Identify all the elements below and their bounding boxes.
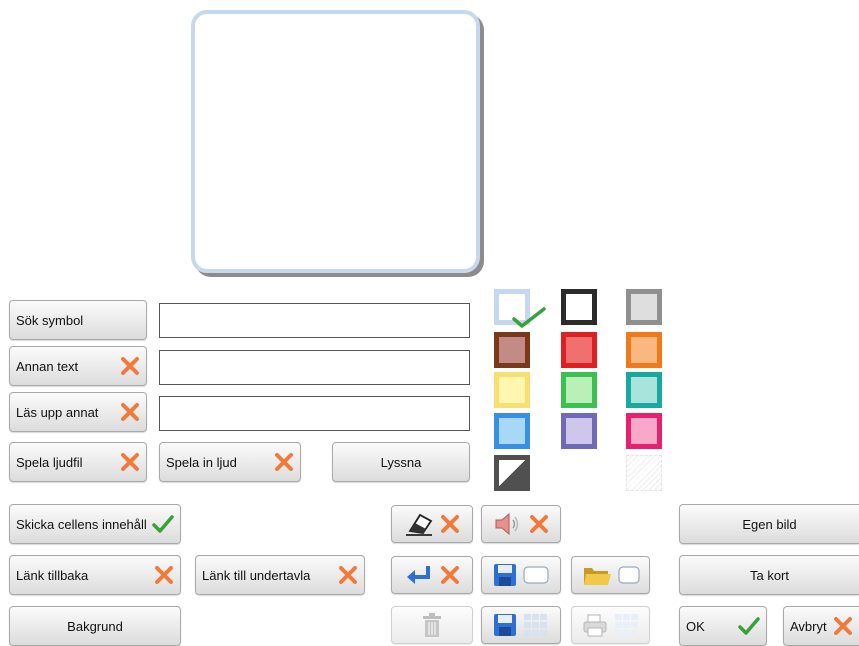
take-photo-label: Ta kort xyxy=(749,567,789,583)
own-image-label: Egen bild xyxy=(742,516,797,532)
cancel-button[interactable]: Avbryt xyxy=(783,606,859,646)
checkmark-icon xyxy=(152,515,174,533)
save-cell-button[interactable] xyxy=(481,556,561,594)
blank-card-icon xyxy=(523,566,549,584)
cancel-label: Avbryt xyxy=(790,618,827,634)
checkmark-icon xyxy=(738,617,760,635)
open-folder-button[interactable] xyxy=(571,556,650,594)
clear-x-icon xyxy=(441,515,459,533)
link-subboard-label: Länk till undertavla xyxy=(202,567,311,583)
other-text-field[interactable] xyxy=(159,350,470,385)
swatch-purple[interactable] xyxy=(561,413,597,449)
clear-x-icon[interactable] xyxy=(274,452,294,472)
other-text-label: Annan text xyxy=(16,358,79,374)
send-cell-content-button[interactable]: Skicka cellens innehåll xyxy=(9,504,181,544)
swatch-orange[interactable] xyxy=(626,332,662,368)
cell-preview[interactable] xyxy=(191,10,480,273)
clear-x-icon[interactable] xyxy=(120,356,140,376)
blank-card-icon xyxy=(617,566,640,584)
swatch-blue[interactable] xyxy=(494,413,530,449)
swatch-red[interactable] xyxy=(561,332,597,368)
own-image-button[interactable]: Egen bild xyxy=(679,504,859,544)
floppy-disk-icon xyxy=(494,614,516,636)
play-soundfile-label: Spela ljudfil xyxy=(16,454,83,470)
search-symbol-label: Sök symbol xyxy=(16,312,84,328)
take-photo-button[interactable]: Ta kort xyxy=(679,555,859,595)
other-text-button[interactable]: Annan text xyxy=(9,346,147,386)
clear-x-icon[interactable] xyxy=(120,402,140,422)
eraser-button[interactable] xyxy=(391,505,473,543)
clear-x-icon xyxy=(530,515,548,533)
floppy-disk-icon xyxy=(494,564,516,586)
listen-label: Lyssna xyxy=(380,454,422,470)
clear-x-icon xyxy=(441,566,459,584)
read-other-label: Läs upp annat xyxy=(16,404,99,420)
send-cell-content-label: Skicka cellens innehåll xyxy=(16,516,147,532)
swatch-invert[interactable] xyxy=(494,455,530,491)
background-button[interactable]: Bakgrund xyxy=(9,606,181,646)
clear-x-icon[interactable] xyxy=(120,452,140,472)
search-symbol-field[interactable] xyxy=(159,303,470,338)
clear-x-icon[interactable] xyxy=(154,565,174,585)
print-board-button[interactable] xyxy=(571,606,650,644)
search-symbol-button[interactable]: Sök symbol xyxy=(9,300,147,340)
swatch-gray[interactable] xyxy=(626,289,662,325)
grid-icon xyxy=(614,614,638,636)
swatch-pink[interactable] xyxy=(626,413,662,449)
trash-button[interactable] xyxy=(391,606,473,644)
link-back-button[interactable]: Länk tillbaka xyxy=(9,555,181,595)
ok-label: OK xyxy=(686,618,705,634)
clear-x-icon[interactable] xyxy=(338,565,358,585)
link-back-label: Länk tillbaka xyxy=(16,567,89,583)
read-other-button[interactable]: Läs upp annat xyxy=(9,392,147,432)
read-other-field[interactable] xyxy=(159,396,470,431)
return-arrow-icon xyxy=(407,566,430,584)
eraser-icon xyxy=(406,513,433,536)
swatch-teal[interactable] xyxy=(626,372,662,408)
cancel-x-icon xyxy=(834,617,852,635)
speaker-button[interactable] xyxy=(481,505,561,543)
swatch-brown[interactable] xyxy=(494,332,530,368)
record-sound-label: Spela in ljud xyxy=(166,454,237,470)
folder-icon xyxy=(583,568,611,585)
trash-icon xyxy=(423,613,441,637)
save-board-button[interactable] xyxy=(481,606,561,644)
selected-checkmark-icon xyxy=(512,307,546,328)
swatch-yellow[interactable] xyxy=(494,372,530,408)
background-label: Bakgrund xyxy=(67,618,123,634)
speaker-icon xyxy=(495,512,519,536)
link-subboard-button[interactable]: Länk till undertavla xyxy=(195,555,365,595)
play-soundfile-button[interactable]: Spela ljudfil xyxy=(9,442,147,482)
printer-icon xyxy=(583,614,606,637)
swatch-transparent[interactable] xyxy=(626,455,662,491)
swatch-black[interactable] xyxy=(561,289,597,325)
return-arrow-button[interactable] xyxy=(391,556,473,594)
record-sound-button[interactable]: Spela in ljud xyxy=(159,442,301,482)
ok-button[interactable]: OK xyxy=(679,606,767,646)
listen-button[interactable]: Lyssna xyxy=(332,442,470,482)
grid-icon xyxy=(524,614,547,636)
swatch-green[interactable] xyxy=(561,372,597,408)
